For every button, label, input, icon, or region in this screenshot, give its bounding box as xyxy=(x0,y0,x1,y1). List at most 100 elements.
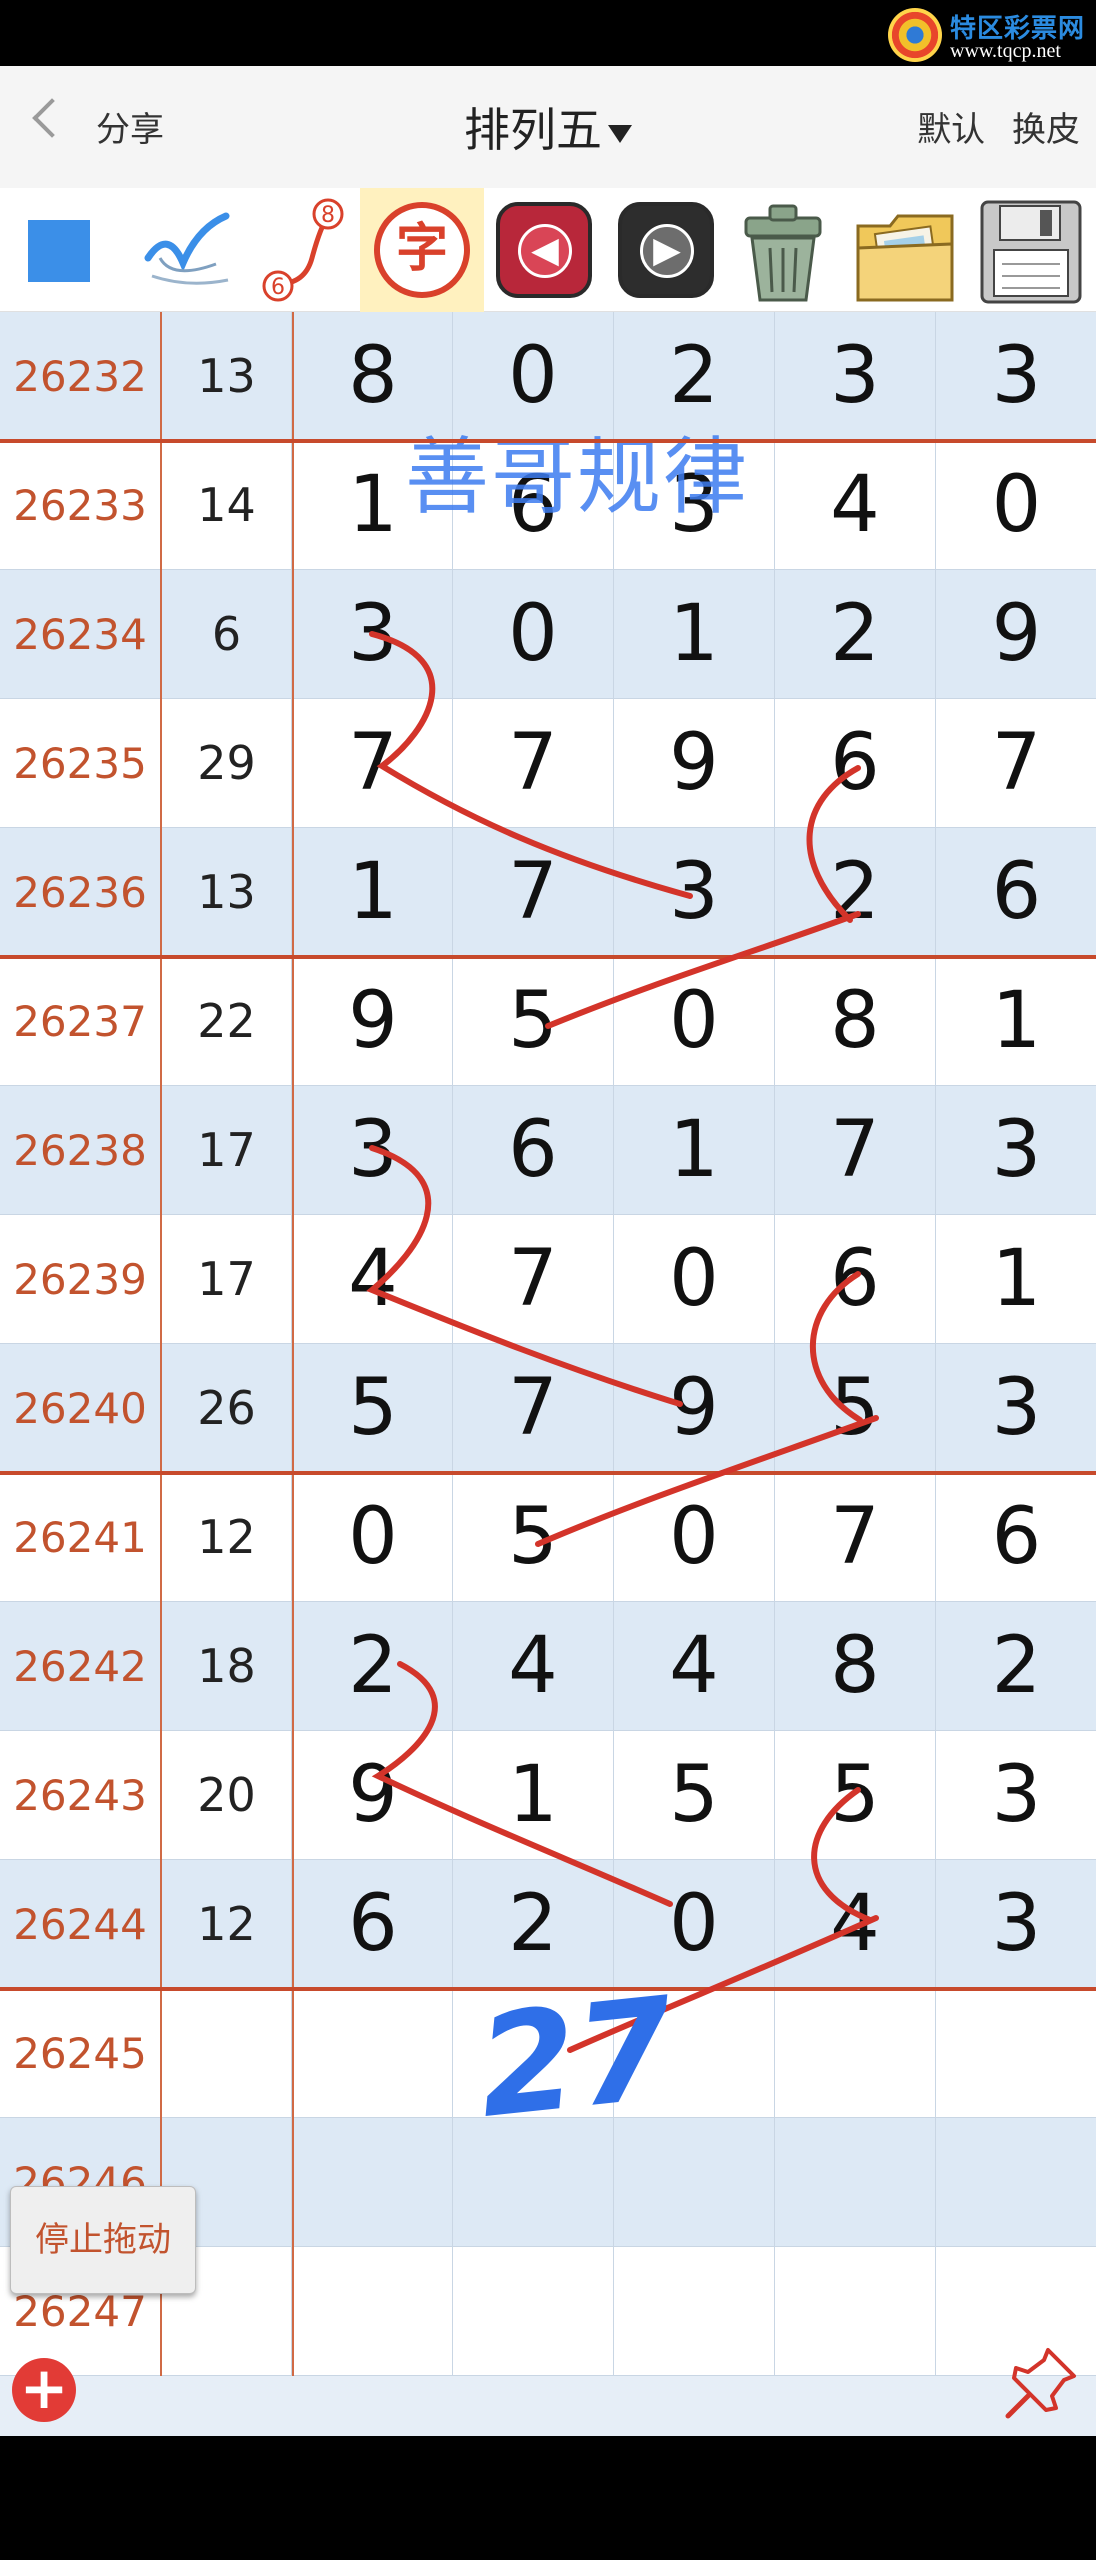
digit-cell[interactable]: 7 xyxy=(453,1344,614,1473)
draw-check-tool[interactable] xyxy=(138,188,238,312)
digit-cell[interactable]: 0 xyxy=(614,1473,775,1602)
table-row[interactable]: 26243 20 9 1 5 5 3 xyxy=(0,1731,1096,1860)
digit-cell[interactable]: 7 xyxy=(453,1215,614,1344)
digit-cell[interactable]: 0 xyxy=(936,441,1096,570)
digit-cell[interactable]: 3 xyxy=(292,570,453,699)
digit-cell[interactable]: 2 xyxy=(292,1602,453,1731)
color-square-tool[interactable] xyxy=(28,220,90,282)
default-button[interactable]: 默认 xyxy=(917,110,985,150)
digit-cell[interactable]: 1 xyxy=(936,957,1096,1086)
stop-drag-button[interactable]: 停止拖动 xyxy=(10,2186,196,2294)
digit-cell[interactable] xyxy=(453,2118,614,2247)
digit-cell[interactable]: 9 xyxy=(936,570,1096,699)
table-row[interactable]: 26242 18 2 4 4 8 2 xyxy=(0,1602,1096,1731)
digit-cell[interactable]: 3 xyxy=(292,1086,453,1215)
digit-cell[interactable]: 1 xyxy=(614,570,775,699)
clear-button[interactable] xyxy=(726,188,840,312)
digit-cell[interactable]: 9 xyxy=(614,1344,775,1473)
digit-cell[interactable]: 3 xyxy=(936,1731,1096,1860)
digit-cell[interactable]: 2 xyxy=(453,1860,614,1989)
digit-cell[interactable]: 0 xyxy=(614,1215,775,1344)
digit-cell[interactable]: 7 xyxy=(453,828,614,957)
digit-cell[interactable] xyxy=(775,2118,936,2247)
digit-cell[interactable]: 9 xyxy=(292,1731,453,1860)
digit-cell[interactable]: 4 xyxy=(775,441,936,570)
digit-cell[interactable]: 3 xyxy=(936,1860,1096,1989)
digit-cell[interactable]: 0 xyxy=(453,570,614,699)
table-row[interactable]: 26238 17 3 6 1 7 3 xyxy=(0,1086,1096,1215)
table-row[interactable]: 26241 12 0 5 0 7 6 xyxy=(0,1473,1096,1602)
digit-cell[interactable]: 7 xyxy=(453,699,614,828)
digit-cell[interactable] xyxy=(614,2118,775,2247)
digit-cell[interactable]: 8 xyxy=(775,1602,936,1731)
digit-cell[interactable]: 4 xyxy=(614,1602,775,1731)
sum-value: 12 xyxy=(162,1473,292,1602)
digit-cell[interactable]: 6 xyxy=(775,699,936,828)
digit-cell[interactable]: 0 xyxy=(614,1860,775,1989)
table-row[interactable]: 26234 6 3 0 1 2 9 xyxy=(0,570,1096,699)
table-row[interactable]: 26237 22 9 5 0 8 1 xyxy=(0,957,1096,1086)
table-row[interactable]: 26245 xyxy=(0,1989,1096,2118)
digit-cell[interactable] xyxy=(292,2118,453,2247)
digit-cell[interactable]: 2 xyxy=(775,570,936,699)
digit-cell[interactable] xyxy=(936,1989,1096,2118)
digit-cell[interactable] xyxy=(614,1989,775,2118)
gallery-button[interactable] xyxy=(848,188,964,312)
digit-cell[interactable] xyxy=(936,2118,1096,2247)
digit-cell[interactable]: 3 xyxy=(936,1086,1096,1215)
digit-cell[interactable]: 3 xyxy=(614,828,775,957)
digit-cell[interactable]: 5 xyxy=(775,1344,936,1473)
table-row[interactable]: 26239 17 4 7 0 6 1 xyxy=(0,1215,1096,1344)
digit-cell[interactable]: 4 xyxy=(292,1215,453,1344)
digit-cell[interactable]: 1 xyxy=(292,828,453,957)
table-row[interactable]: 26244 12 6 2 0 4 3 xyxy=(0,1860,1096,1989)
pin-icon[interactable] xyxy=(1002,2344,1080,2422)
digit-cell[interactable]: 6 xyxy=(936,1473,1096,1602)
digit-cell[interactable] xyxy=(775,2247,936,2376)
digit-cell[interactable]: 1 xyxy=(453,1731,614,1860)
digit-cell[interactable]: 6 xyxy=(936,828,1096,957)
digit-cell[interactable]: 3 xyxy=(936,312,1096,441)
digit-cell[interactable]: 0 xyxy=(614,957,775,1086)
digit-cell[interactable]: 1 xyxy=(614,1086,775,1215)
digit-cell[interactable]: 2 xyxy=(936,1602,1096,1731)
digit-cell[interactable] xyxy=(775,1989,936,2118)
digit-cell[interactable]: 4 xyxy=(775,1860,936,1989)
add-icon[interactable]: + xyxy=(12,2358,76,2422)
digit-cell[interactable]: 5 xyxy=(453,957,614,1086)
save-button[interactable] xyxy=(972,188,1090,312)
digit-cell[interactable]: 1 xyxy=(936,1215,1096,1344)
digit-cell[interactable]: 7 xyxy=(936,699,1096,828)
digit-cell[interactable]: 6 xyxy=(292,1860,453,1989)
digit-cell[interactable] xyxy=(614,2247,775,2376)
digit-cell[interactable] xyxy=(292,2247,453,2376)
digit-cell[interactable]: 6 xyxy=(775,1215,936,1344)
table-row[interactable]: 26235 29 7 7 9 6 7 xyxy=(0,699,1096,828)
digit-cell[interactable]: 4 xyxy=(453,1602,614,1731)
digit-cell[interactable]: 7 xyxy=(775,1473,936,1602)
digit-cell[interactable]: 8 xyxy=(775,957,936,1086)
digit-cell[interactable] xyxy=(453,2247,614,2376)
digit-cell[interactable] xyxy=(292,1989,453,2118)
table-row[interactable]: 26236 13 1 7 3 2 6 xyxy=(0,828,1096,957)
digit-cell[interactable]: 5 xyxy=(775,1731,936,1860)
redo-button[interactable]: ▶ xyxy=(614,188,718,312)
digit-cell[interactable]: 7 xyxy=(292,699,453,828)
digit-cell[interactable]: 6 xyxy=(453,1086,614,1215)
connect-curve-tool[interactable]: 8 6 xyxy=(250,188,350,312)
digit-cell[interactable]: 3 xyxy=(775,312,936,441)
digit-cell[interactable]: 9 xyxy=(292,957,453,1086)
digit-cell[interactable]: 7 xyxy=(775,1086,936,1215)
digit-cell[interactable]: 2 xyxy=(775,828,936,957)
undo-button[interactable]: ◀ xyxy=(492,188,596,312)
digit-cell[interactable]: 5 xyxy=(453,1473,614,1602)
digit-cell[interactable]: 5 xyxy=(292,1344,453,1473)
digit-cell[interactable] xyxy=(453,1989,614,2118)
digit-cell[interactable]: 9 xyxy=(614,699,775,828)
digit-cell[interactable]: 0 xyxy=(292,1473,453,1602)
table-row[interactable]: 26240 26 5 7 9 5 3 xyxy=(0,1344,1096,1473)
text-tool[interactable]: 字 xyxy=(360,188,484,312)
digit-cell[interactable]: 3 xyxy=(936,1344,1096,1473)
digit-cell[interactable]: 5 xyxy=(614,1731,775,1860)
skin-button[interactable]: 换皮 xyxy=(1012,110,1080,150)
